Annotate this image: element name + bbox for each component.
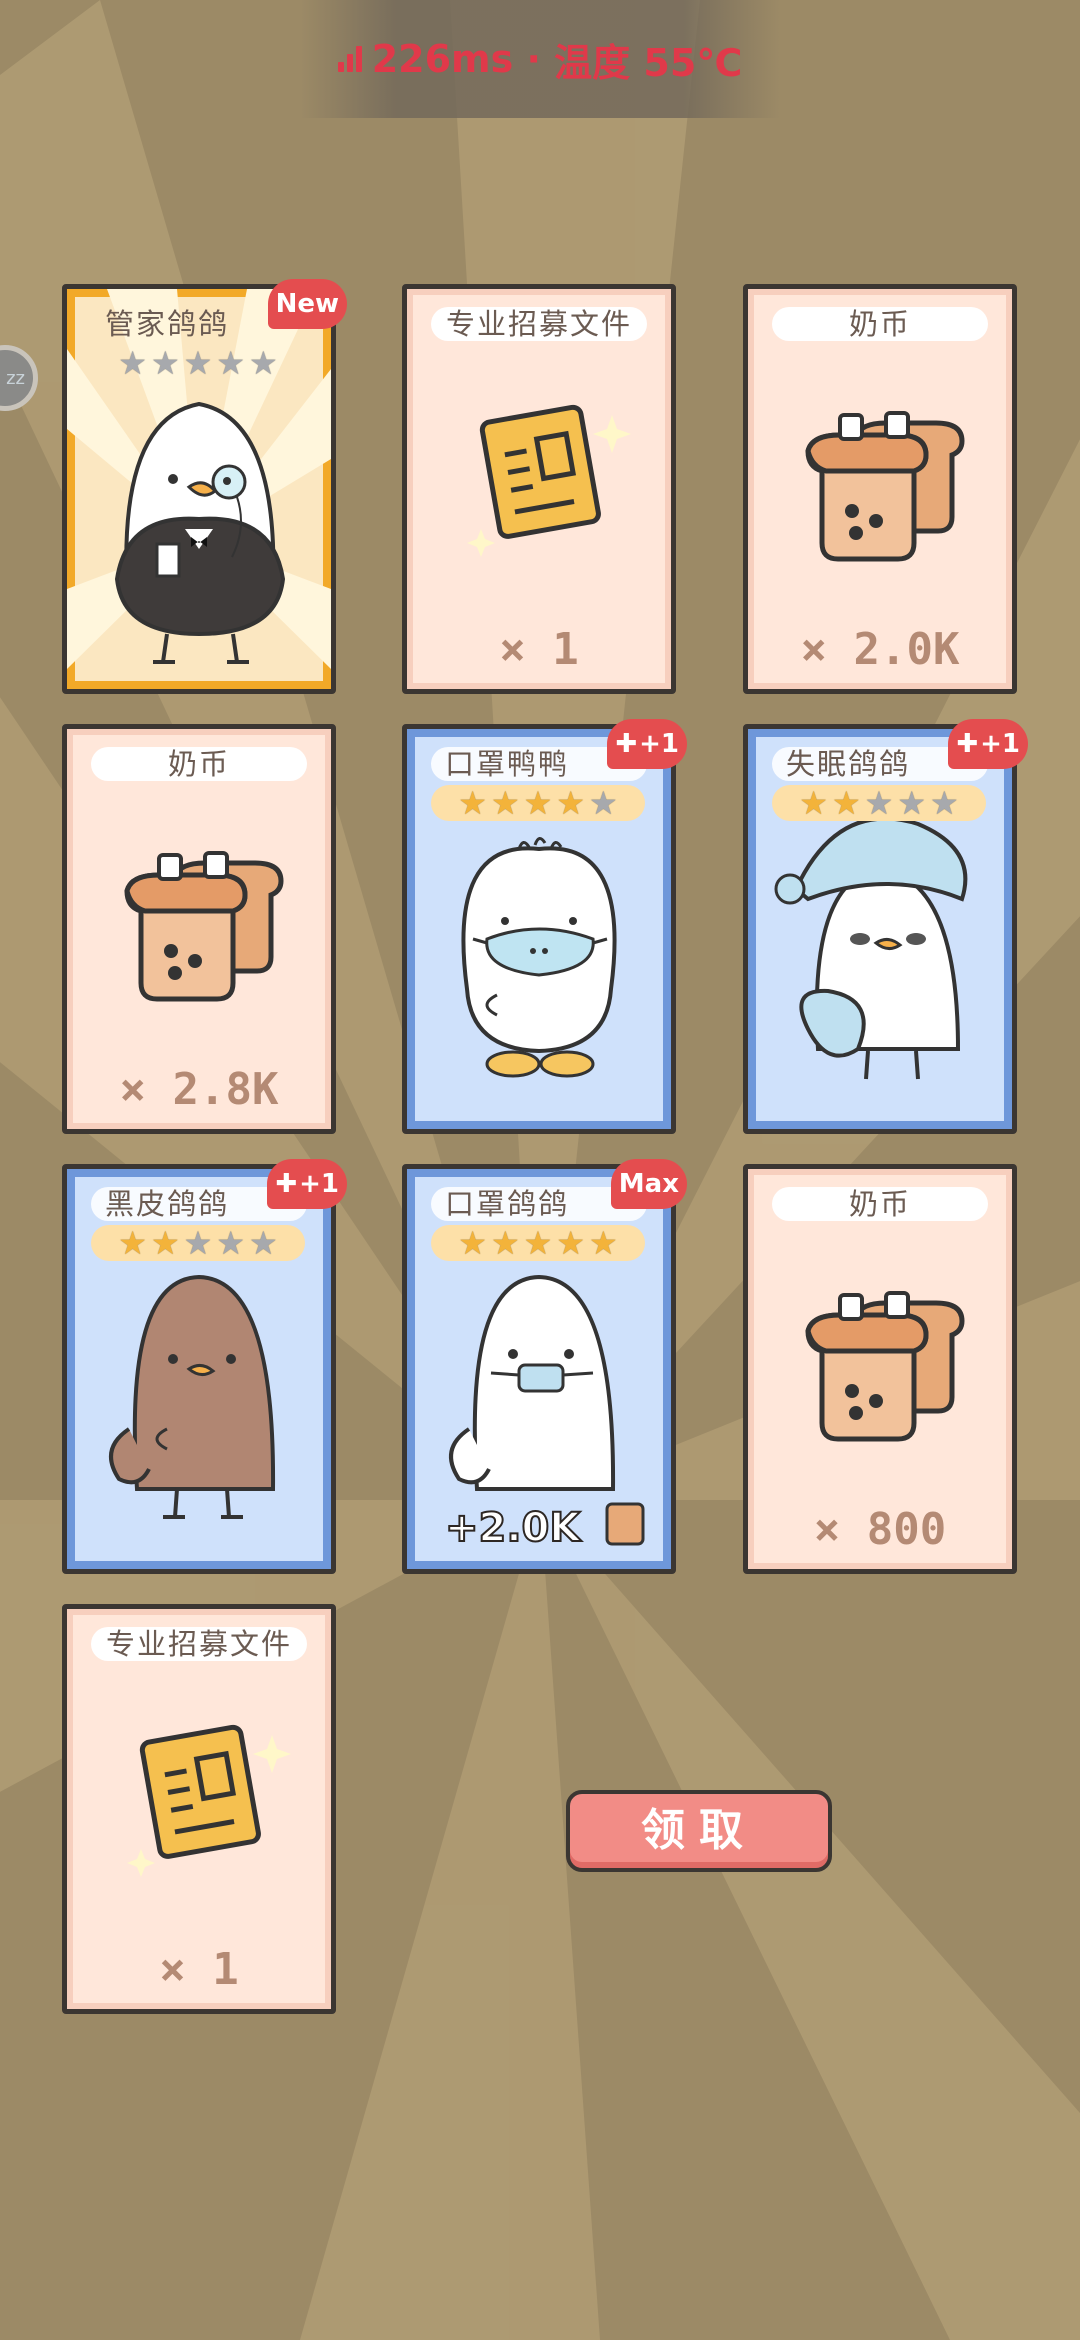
item-quantity: × 1 — [499, 624, 579, 675]
reward-card-7[interactable]: 黑皮鸽鸽 ★ ★ ★ ★ ★ ✚ +1 — [62, 1159, 347, 1574]
reward-card-9[interactable]: 奶币 × 800 — [743, 1164, 1017, 1574]
star-rating: ★ ★ ★ ★ ★ — [91, 1225, 305, 1261]
star-icon: ★ — [799, 784, 828, 822]
signal-icon — [337, 46, 362, 72]
max-badge: Max — [610, 1159, 687, 1209]
star-icon: ★ — [249, 1224, 278, 1262]
star-icon: ★ — [458, 784, 487, 822]
star-rating: ★ ★ ★ ★ ★ — [431, 1225, 645, 1261]
reward-card-4[interactable]: 奶币 × 2.8K — [62, 724, 336, 1134]
bonus-coins-text: +2.0K — [444, 1504, 581, 1552]
star-icon: ★ — [897, 784, 927, 822]
star-icon: ★ — [118, 344, 147, 382]
star-icon: ★ — [458, 1224, 487, 1262]
star-icon: ★ — [150, 344, 180, 382]
reward-card-8[interactable]: 口罩鸽鸽 ★ ★ ★ ★ ★ Max +2.0K — [402, 1159, 687, 1574]
temperature-text: 温度 55℃ — [554, 40, 743, 85]
card-title: 专业招募文件 — [91, 1627, 307, 1661]
star-rating: ★ ★ ★ ★ ★ — [772, 785, 986, 821]
star-icon: ★ — [523, 1224, 553, 1262]
star-icon: ★ — [930, 784, 959, 822]
puzzle-icon: ✚ — [615, 729, 638, 759]
status-overlay: 226ms · 温度 55℃ — [300, 0, 780, 118]
puzzle-plus-badge: ✚ +1 — [948, 719, 1028, 769]
star-icon: ★ — [249, 344, 278, 382]
item-quantity: × 2.0K — [800, 624, 960, 675]
card-title: 奶币 — [91, 747, 307, 781]
card-title: 专业招募文件 — [431, 307, 647, 341]
star-icon: ★ — [216, 1224, 246, 1262]
puzzle-plus-badge: ✚ +1 — [607, 719, 687, 769]
star-icon: ★ — [523, 784, 553, 822]
star-icon: ★ — [490, 1224, 520, 1262]
card-title: 奶币 — [772, 307, 988, 341]
star-icon: ★ — [589, 784, 618, 822]
star-icon: ★ — [864, 784, 894, 822]
star-icon: ★ — [490, 784, 520, 822]
status-separator: · — [513, 37, 555, 81]
reward-card-3[interactable]: 奶币 × 2.0K — [743, 284, 1017, 694]
star-rating: ★ ★ ★ ★ ★ — [431, 785, 645, 821]
star-icon: ★ — [183, 344, 213, 382]
star-icon: ★ — [556, 1224, 586, 1262]
reward-card-2[interactable]: 专业招募文件 × 1 — [402, 284, 676, 694]
item-quantity: × 2.8K — [119, 1064, 279, 1115]
reward-card-10[interactable]: 专业招募文件 × 1 — [62, 1604, 336, 2014]
reward-card-1[interactable]: 管家鸽鸽 ★ ★ ★ ★ ★ New — [62, 279, 347, 694]
star-icon: ★ — [118, 1224, 147, 1262]
puzzle-icon: ✚ — [956, 729, 979, 759]
star-icon: ★ — [183, 1224, 213, 1262]
star-icon: ★ — [556, 784, 586, 822]
star-icon: ★ — [150, 1224, 180, 1262]
ping-text: 226ms — [371, 37, 514, 81]
star-icon: ★ — [831, 784, 861, 822]
star-icon: ★ — [216, 344, 246, 382]
reward-card-6[interactable]: 失眠鸽鸽 ★ ★ ★ ★ ★ ✚ +1 — [743, 719, 1028, 1134]
star-rating: ★ ★ ★ ★ ★ — [91, 345, 305, 381]
item-quantity: × 800 — [813, 1504, 947, 1555]
claim-button[interactable]: 领取 — [566, 1790, 832, 1872]
star-icon: ★ — [589, 1224, 618, 1262]
puzzle-icon: ✚ — [275, 1169, 298, 1199]
card-title: 奶币 — [772, 1187, 988, 1221]
item-quantity: × 1 — [159, 1944, 239, 1995]
reward-card-5[interactable]: 口罩鸭鸭 ★ ★ ★ ★ ★ ✚ +1 — [402, 719, 687, 1134]
new-badge: New — [267, 279, 347, 329]
puzzle-plus-badge: ✚ +1 — [267, 1159, 347, 1209]
